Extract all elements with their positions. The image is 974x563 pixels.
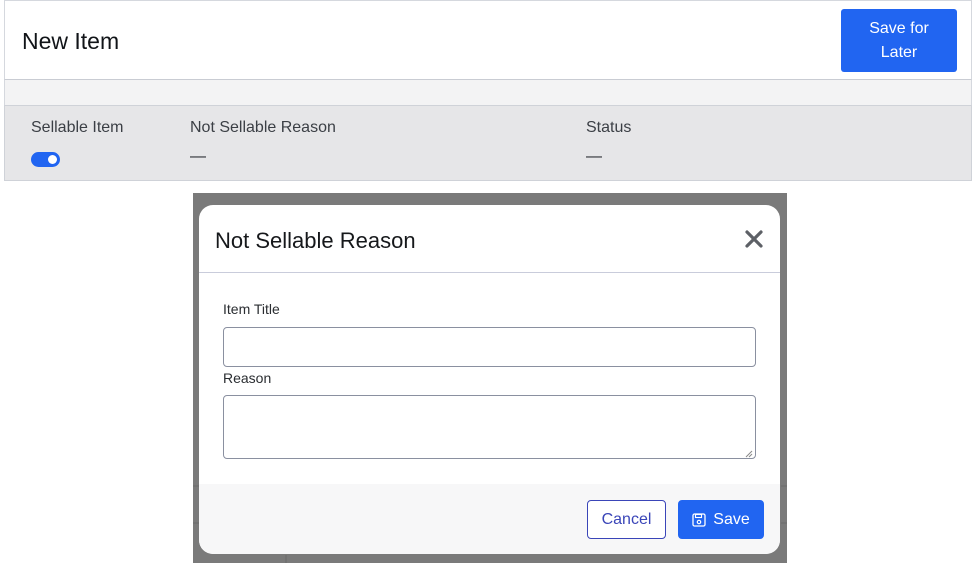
page-header: New Item Save for Later — [4, 0, 972, 80]
sellable-item-toggle[interactable] — [31, 152, 60, 167]
item-title-label: Item Title — [223, 301, 280, 317]
save-button[interactable]: Save — [678, 500, 764, 539]
page-title: New Item — [22, 28, 120, 54]
section-divider — [4, 80, 972, 105]
modal-header: Not Sellable Reason — [199, 205, 780, 273]
resize-grip-icon[interactable] — [745, 450, 753, 458]
status-label: Status — [586, 119, 632, 136]
not-sellable-reason-modal: Not Sellable Reason Item Title Reason Ca… — [199, 205, 780, 554]
reason-label: Reason — [223, 370, 272, 386]
item-details-row: Sellable Item Not Sellable Reason — Stat… — [4, 105, 972, 181]
floppy-disk-icon — [692, 512, 706, 527]
status-value: — — [586, 148, 602, 165]
reason-textarea[interactable] — [223, 395, 756, 459]
save-button-label: Save — [713, 510, 750, 528]
save-for-later-button[interactable]: Save for Later — [841, 9, 957, 72]
not-sellable-reason-label: Not Sellable Reason — [190, 119, 336, 136]
item-title-input[interactable] — [223, 327, 756, 367]
close-icon[interactable] — [744, 229, 764, 249]
sellable-item-label: Sellable Item — [31, 119, 124, 136]
not-sellable-reason-value: — — [190, 148, 206, 165]
cancel-button[interactable]: Cancel — [587, 500, 666, 539]
modal-title: Not Sellable Reason — [215, 228, 416, 253]
toggle-knob — [48, 155, 57, 164]
